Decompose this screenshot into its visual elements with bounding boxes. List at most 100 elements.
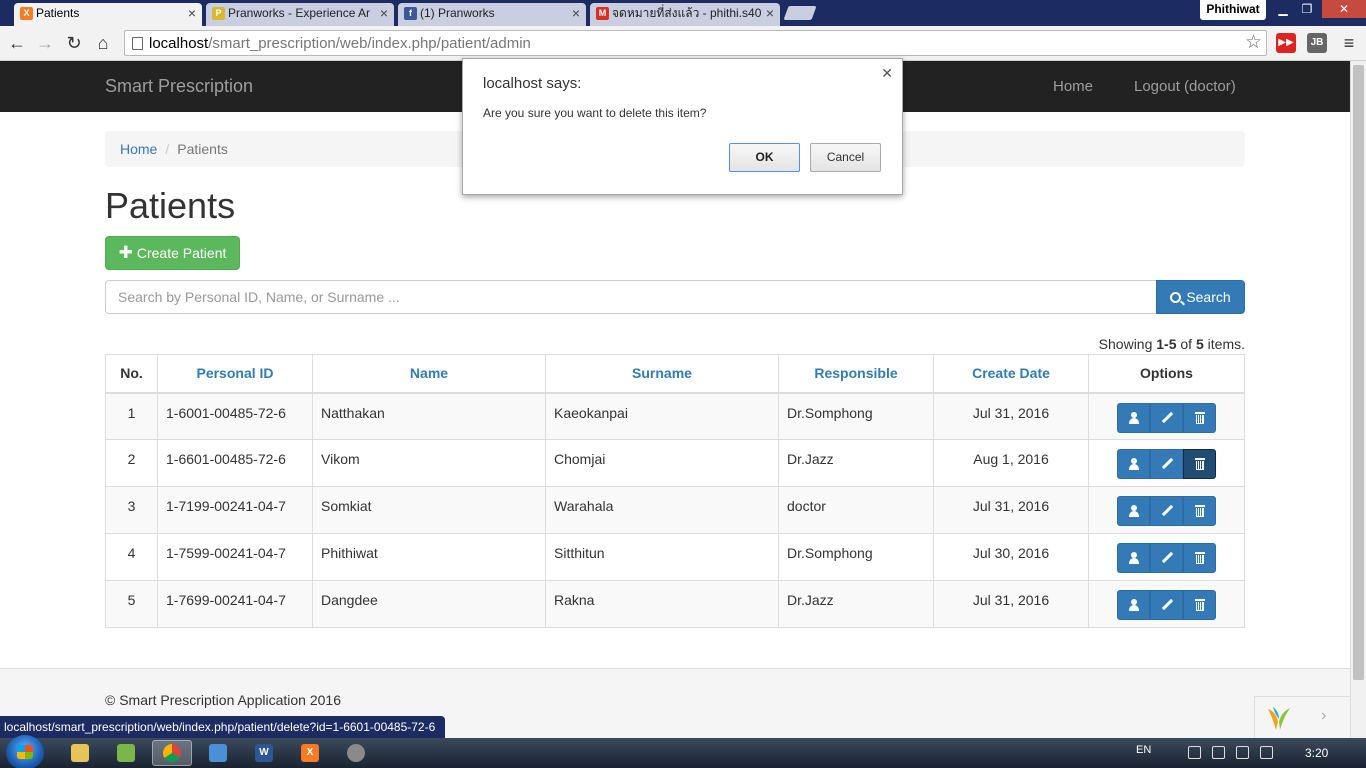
view-button[interactable] [1117, 496, 1150, 526]
start-button[interactable] [6, 735, 44, 768]
view-button[interactable] [1117, 543, 1150, 573]
header-surname[interactable]: Surname [545, 354, 779, 394]
close-tab-icon[interactable]: × [188, 3, 196, 24]
cell-options [1088, 533, 1245, 581]
view-button[interactable] [1117, 590, 1150, 620]
restore-icon[interactable]: ❐ [1294, 0, 1320, 18]
cell-options [1088, 486, 1245, 534]
ok-button[interactable]: OK [729, 143, 800, 172]
pencil-icon [1161, 505, 1173, 517]
volume-icon[interactable] [1260, 746, 1273, 759]
tab-facebook-pranworks[interactable]: f (1) Pranworks × [398, 3, 586, 26]
home-icon[interactable]: ⌂ [92, 32, 114, 54]
row-actions [1117, 496, 1216, 526]
table-row: 3 1-7199-00241-04-7 Somkiat Warahala doc… [105, 486, 1245, 534]
taskbar-word[interactable]: W [244, 740, 284, 766]
delete-button[interactable] [1183, 543, 1216, 573]
extension-icon[interactable]: ▶▶ [1276, 33, 1296, 53]
folder-icon [71, 744, 89, 762]
edit-button[interactable] [1150, 496, 1183, 526]
cell-responsible: Dr.Jazz [778, 580, 934, 628]
language-indicator[interactable]: EN [1136, 744, 1151, 756]
cell-responsible: Dr.Somphong [778, 533, 934, 581]
cancel-button[interactable]: Cancel [810, 143, 881, 172]
back-arrow-icon[interactable]: ← [6, 32, 28, 54]
taskbar-xampp[interactable]: X [290, 740, 330, 766]
header-responsible[interactable]: Responsible [778, 354, 934, 394]
menu-icon[interactable]: ≡ [1338, 32, 1360, 54]
cell-surname: Kaeokanpai [545, 392, 779, 440]
taskbar-chrome[interactable] [152, 740, 192, 766]
patients-table: No. Personal ID Name Surname Responsible… [105, 354, 1245, 628]
view-button[interactable] [1117, 449, 1150, 479]
create-patient-button[interactable]: ✚ Create Patient [105, 236, 240, 270]
edit-button[interactable] [1150, 590, 1183, 620]
xampp-icon: X [301, 744, 319, 762]
search-input[interactable] [105, 280, 1157, 314]
header-name[interactable]: Name [312, 354, 546, 394]
window-close-icon[interactable]: ✕ [1322, 0, 1366, 18]
cell-name: Natthakan [312, 392, 546, 440]
trash-icon [1194, 552, 1205, 564]
reload-icon[interactable]: ↻ [63, 32, 85, 54]
taskbar-remote[interactable] [198, 740, 238, 766]
cell-create-date: Jul 31, 2016 [933, 580, 1089, 628]
edit-button[interactable] [1150, 449, 1183, 479]
close-tab-icon[interactable]: × [380, 3, 388, 24]
create-patient-label: Create Patient [136, 245, 227, 261]
chrome-icon [163, 744, 181, 762]
pencil-icon [1161, 458, 1173, 470]
forward-arrow-icon[interactable]: → [34, 32, 56, 54]
cell-responsible: doctor [778, 486, 934, 534]
address-bar[interactable]: localhost/smart_prescription/web/index.p… [124, 30, 1267, 56]
taskbar-tool[interactable] [336, 740, 376, 766]
scrollbar-thumb[interactable] [1353, 65, 1364, 680]
jb-extension-icon[interactable]: JB [1307, 33, 1327, 53]
taskbar-app-green[interactable] [106, 740, 146, 766]
header-personal-id[interactable]: Personal ID [157, 354, 313, 394]
cell-create-date: Jul 31, 2016 [933, 486, 1089, 534]
site-brand[interactable]: Smart Prescription [105, 76, 253, 97]
delete-button[interactable] [1183, 496, 1216, 526]
nav-home-link[interactable]: Home [1053, 78, 1093, 95]
delete-button[interactable] [1183, 402, 1216, 433]
bookmark-star-icon[interactable]: ☆ [1245, 31, 1262, 55]
view-button[interactable] [1117, 402, 1150, 433]
debug-toolbar[interactable]: › [1254, 696, 1350, 738]
monitor-icon [209, 744, 227, 762]
header-options: Options [1088, 354, 1245, 394]
profile-badge[interactable]: Phithiwat [1200, 0, 1266, 20]
row-actions [1117, 449, 1216, 479]
nav-logout-link[interactable]: Logout (doctor) [1134, 78, 1236, 95]
pencil-icon [1161, 552, 1173, 564]
minimize-icon[interactable]: ▁ [1270, 0, 1296, 18]
clock[interactable]: 3:20 [1305, 746, 1328, 760]
delete-button[interactable] [1183, 590, 1216, 620]
cell-create-date: Jul 30, 2016 [933, 533, 1089, 581]
usb-icon[interactable] [1212, 746, 1225, 759]
taskbar-explorer[interactable] [60, 740, 100, 766]
edit-button[interactable] [1150, 402, 1183, 433]
breadcrumb-current: Patients [177, 141, 228, 157]
cell-no: 5 [105, 580, 158, 628]
header-create-date[interactable]: Create Date [933, 354, 1089, 394]
edit-button[interactable] [1150, 543, 1183, 573]
delete-button[interactable] [1183, 449, 1216, 479]
vertical-scrollbar[interactable] [1350, 61, 1366, 738]
tab-pranworks-experience[interactable]: P Pranworks - Experience Ar × [206, 3, 394, 26]
dialog-message: Are you sure you want to delete this ite… [483, 106, 707, 120]
breadcrumb-home-link[interactable]: Home [120, 141, 157, 157]
new-tab-button[interactable] [783, 6, 817, 20]
tab-patients[interactable]: X Patients × [14, 3, 202, 26]
cell-options [1088, 439, 1245, 487]
close-tab-icon[interactable]: × [572, 3, 580, 24]
close-icon[interactable]: ✕ [881, 65, 893, 82]
tab-gmail[interactable]: M จดหมายที่ส่งแล้ว - phithi.s40 × [590, 3, 780, 26]
search-button[interactable]: Search [1156, 280, 1245, 314]
close-tab-icon[interactable]: × [766, 3, 774, 24]
chevron-right-icon[interactable]: › [1321, 707, 1326, 725]
table-header-row: No. Personal ID Name Surname Responsible… [105, 354, 1245, 394]
signal-icon[interactable] [1236, 746, 1249, 759]
network-icon[interactable] [1188, 746, 1201, 759]
user-icon [1128, 599, 1140, 611]
